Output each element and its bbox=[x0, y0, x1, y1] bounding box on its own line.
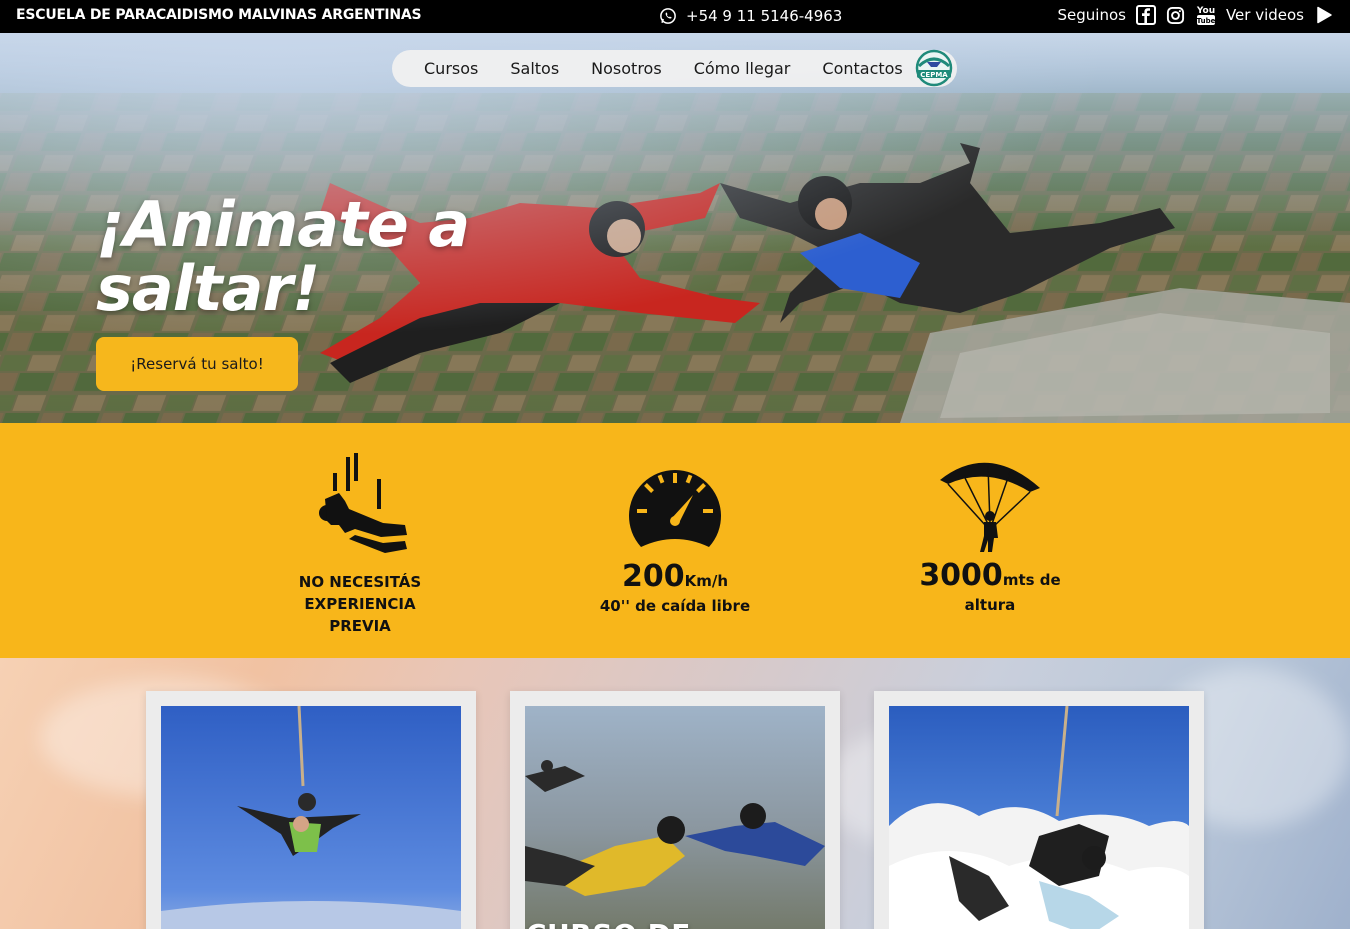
height-caption: altura bbox=[964, 596, 1016, 614]
height-value: 3000 bbox=[919, 558, 1003, 593]
top-bar: ESCUELA DE PARACAIDISMO MALVINAS ARGENTI… bbox=[0, 0, 1350, 33]
experience-line-2: EXPERIENCIA bbox=[304, 595, 416, 613]
svg-text:Tube: Tube bbox=[1197, 17, 1216, 25]
play-icon[interactable] bbox=[1314, 5, 1334, 25]
experience-line-3: PREVIA bbox=[329, 617, 391, 635]
nav-item-como-llegar[interactable]: Cómo llegar bbox=[694, 59, 791, 78]
main-nav: Cursos Saltos Nosotros Cómo llegar Conta… bbox=[392, 48, 957, 88]
instagram-icon[interactable] bbox=[1166, 5, 1186, 25]
course-card[interactable] bbox=[146, 691, 476, 929]
tandem-jump-photo bbox=[161, 706, 461, 929]
svg-text:You: You bbox=[1196, 6, 1215, 16]
speed-unit: Km/h bbox=[684, 572, 729, 590]
nav-item-cursos[interactable]: Cursos bbox=[424, 59, 478, 78]
phone-contact[interactable]: +54 9 11 5146-4963 bbox=[658, 6, 842, 26]
reserve-jump-button[interactable]: ¡Reservá tu salto! bbox=[96, 337, 298, 391]
hero-banner: Cursos Saltos Nosotros Cómo llegar Conta… bbox=[0, 33, 1350, 423]
speed-value: 200 bbox=[621, 559, 685, 594]
courses-section: CURSO DE bbox=[0, 658, 1350, 929]
nav-item-contactos[interactable]: Contactos bbox=[822, 59, 902, 78]
feature-height: 3000mts de altura bbox=[915, 458, 1065, 617]
nav-item-nosotros[interactable]: Nosotros bbox=[591, 59, 662, 78]
videos-link[interactable]: Ver videos bbox=[1226, 6, 1304, 24]
logo-text: CEPMA bbox=[920, 71, 948, 79]
freefall-person-icon bbox=[319, 453, 407, 553]
follow-label: Seguinos bbox=[1057, 6, 1126, 24]
formation-skydive-photo bbox=[525, 706, 825, 929]
facebook-icon[interactable] bbox=[1135, 5, 1156, 25]
speed-caption: 40'' de caída libre bbox=[599, 597, 751, 615]
course-card-title: CURSO DE bbox=[526, 918, 691, 929]
youtube-icon[interactable]: You Tube bbox=[1196, 5, 1216, 25]
course-card[interactable]: CURSO DE bbox=[510, 691, 840, 929]
headline-line-2: saltar! bbox=[96, 252, 320, 325]
school-name[interactable]: ESCUELA DE PARACAIDISMO MALVINAS ARGENTI… bbox=[16, 7, 422, 23]
whatsapp-icon[interactable] bbox=[658, 6, 678, 26]
features-band: NO NECESITÁS EXPERIENCIA PREVIA 200Km/h … bbox=[0, 423, 1350, 658]
social-links: Seguinos You Tube Ver videos bbox=[1058, 5, 1335, 25]
hero-headline: ¡Animate a saltar! bbox=[96, 193, 470, 321]
tandem-clouds-photo bbox=[889, 706, 1189, 929]
course-card[interactable] bbox=[874, 691, 1204, 929]
parachute-icon bbox=[940, 462, 1040, 552]
feature-speed: 200Km/h 40'' de caída libre bbox=[590, 465, 760, 618]
nav-item-saltos[interactable]: Saltos bbox=[510, 59, 559, 78]
phone-number[interactable]: +54 9 11 5146-4963 bbox=[686, 7, 842, 25]
height-unit: mts de bbox=[1002, 571, 1061, 589]
feature-no-experience: NO NECESITÁS EXPERIENCIA PREVIA bbox=[290, 453, 430, 637]
speedometer-icon bbox=[629, 470, 721, 547]
experience-line-1: NO NECESITÁS bbox=[298, 573, 422, 591]
cepma-logo[interactable]: CEPMA bbox=[913, 48, 955, 88]
headline-line-1: ¡Animate a bbox=[96, 188, 470, 261]
